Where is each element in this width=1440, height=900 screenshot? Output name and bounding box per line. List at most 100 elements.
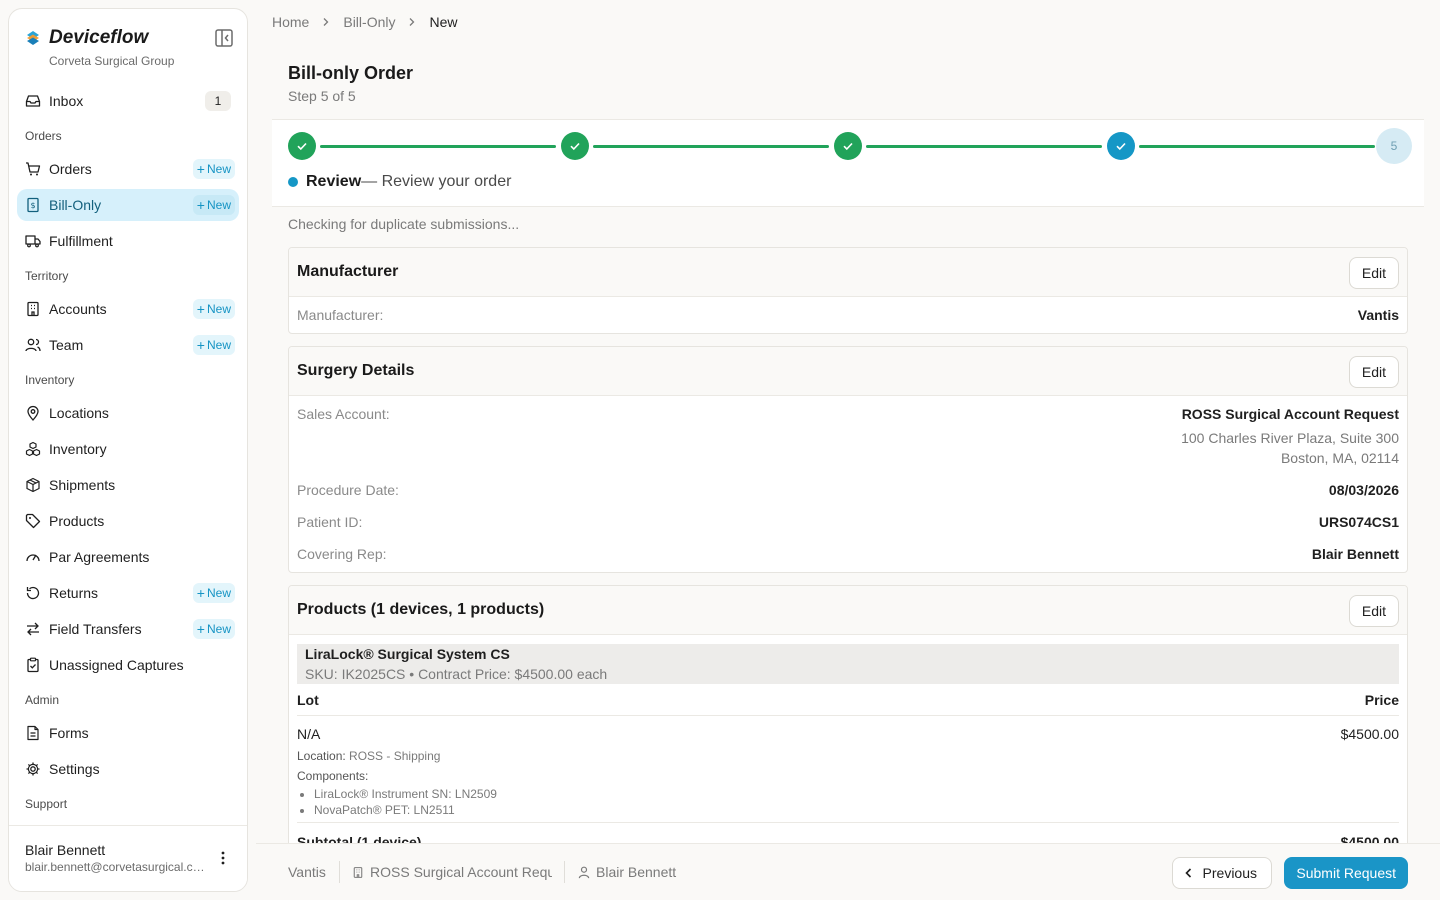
current-step-description: — Review your order <box>361 173 512 190</box>
sidebar-item-returns[interactable]: Returns + New <box>17 577 239 609</box>
footer-account: ROSS Surgical Account Request <box>352 864 552 880</box>
step-connector <box>593 145 829 148</box>
card-title: Products (1 devices, 1 products) <box>297 601 545 618</box>
sidebar-item-label: Locations <box>49 405 109 421</box>
sidebar-item-label: Accounts <box>49 301 107 317</box>
step-3-complete[interactable] <box>834 132 862 160</box>
new-account-button[interactable]: + New <box>192 299 235 319</box>
package-icon <box>25 477 41 493</box>
brand[interactable]: Deviceflow <box>25 27 148 49</box>
sidebar-item-shipments[interactable]: Shipments <box>17 469 239 501</box>
breadcrumb-home[interactable]: Home <box>272 14 309 30</box>
card-title: Surgery Details <box>297 362 415 379</box>
sidebar-collapse-icon[interactable] <box>213 27 235 49</box>
step-4-complete[interactable] <box>1107 132 1135 160</box>
step-2-complete[interactable] <box>561 132 589 160</box>
card-header: Surgery Details Edit <box>289 347 1407 396</box>
column-header-lot: Lot <box>297 692 319 708</box>
sidebar-item-label: Bill-Only <box>49 197 102 213</box>
sidebar-item-label: Orders <box>49 161 92 177</box>
inbox-icon <box>25 93 41 109</box>
brand-name: Deviceflow <box>49 27 149 48</box>
edit-manufacturer-button[interactable]: Edit <box>1348 257 1399 289</box>
step-5-current[interactable]: 5 <box>1376 128 1412 164</box>
sidebar-item-accounts[interactable]: Accounts + New <box>17 293 239 325</box>
edit-surgery-details-button[interactable]: Edit <box>1348 356 1399 388</box>
section-label-orders: Orders <box>25 129 62 143</box>
sidebar-item-orders[interactable]: Orders + New <box>17 153 239 185</box>
new-label: New <box>206 198 231 212</box>
manufacturer-card: Manufacturer Edit Manufacturer: Vantis <box>288 247 1408 334</box>
user-name: Blair Bennett <box>25 842 106 858</box>
components-list: LiraLock® Instrument SN: LN2509 NovaPatc… <box>314 787 497 819</box>
current-step-bullet <box>288 177 298 187</box>
previous-button[interactable]: Previous <box>1171 857 1272 889</box>
truck-icon <box>25 233 41 249</box>
new-order-button[interactable]: + New <box>192 159 235 179</box>
edit-products-button[interactable]: Edit <box>1348 595 1399 627</box>
breadcrumb: Home Bill-Only New <box>272 14 458 30</box>
sidebar-item-label: Returns <box>49 585 99 601</box>
previous-label: Previous <box>1202 865 1257 881</box>
product-header: LiraLock® Surgical System CS SKU: IK2025… <box>297 644 1399 684</box>
sidebar-item-settings[interactable]: Settings <box>17 753 239 785</box>
step-1-complete[interactable] <box>288 132 316 160</box>
field-label: Patient ID: <box>297 514 363 530</box>
sidebar-item-field-transfers[interactable]: Field Transfers + New <box>17 613 239 645</box>
user-profile[interactable]: Blair Bennett blair.bennett@corvetasurgi… <box>9 825 247 891</box>
gauge-icon <box>25 549 41 565</box>
sidebar-item-inbox[interactable]: Inbox 1 <box>17 85 239 117</box>
sidebar-item-locations[interactable]: Locations <box>17 397 239 429</box>
sidebar-item-label: Unassigned Captures <box>49 657 184 673</box>
chevron-right-icon <box>323 18 329 26</box>
sidebar-item-label: Par Agreements <box>49 549 150 565</box>
step-connector <box>866 145 1102 148</box>
product-name: LiraLock® Surgical System CS <box>305 646 510 662</box>
submit-request-button[interactable]: Submit Request <box>1284 857 1408 889</box>
new-team-button[interactable]: + New <box>192 335 235 355</box>
building-icon <box>353 866 363 878</box>
breadcrumb-bill-only[interactable]: Bill-Only <box>343 14 395 30</box>
section-label-inventory: Inventory <box>25 373 75 387</box>
new-return-button[interactable]: + New <box>192 583 235 603</box>
sidebar-item-label: Inbox <box>49 93 84 109</box>
sidebar-item-label: Products <box>49 513 105 529</box>
sidebar-item-unassigned-captures[interactable]: Unassigned Captures <box>17 649 239 681</box>
sidebar-item-products[interactable]: Products <box>17 505 239 537</box>
field-label: Sales Account: <box>297 406 390 422</box>
new-label: New <box>206 622 231 636</box>
section-label-support: Support <box>25 797 68 811</box>
stepper: 5 Review — Review your order <box>272 119 1424 207</box>
products-card: Products (1 devices, 1 products) Edit Li… <box>288 585 1408 885</box>
footer-divider <box>339 861 340 883</box>
sidebar-item-label: Settings <box>49 761 100 777</box>
footer-account-name: ROSS Surgical Account Request <box>370 864 552 880</box>
check-icon <box>1116 142 1126 151</box>
card-header: Manufacturer Edit <box>289 248 1407 297</box>
sidebar-item-label: Shipments <box>49 477 116 493</box>
component-item: NovaPatch® PET: LN2511 <box>314 803 497 818</box>
procedure-date-value: 08/03/2026 <box>1328 482 1399 498</box>
sidebar-item-bill-only[interactable]: $ Bill-Only + New <box>17 189 239 221</box>
user-icon <box>578 866 590 878</box>
section-label-admin: Admin <box>25 693 60 707</box>
sidebar-item-par-agreements[interactable]: Par Agreements <box>17 541 239 573</box>
component-item: LiraLock® Instrument SN: LN2509 <box>314 787 497 802</box>
field-label: Manufacturer: <box>297 307 384 323</box>
more-vertical-icon[interactable] <box>215 850 231 866</box>
sidebar-item-team[interactable]: Team + New <box>17 329 239 361</box>
components-label: Components: <box>297 769 369 783</box>
new-bill-only-button[interactable]: + New <box>192 195 235 215</box>
footer-divider <box>564 861 565 883</box>
current-step-name: Review <box>306 173 362 190</box>
clipboard-check-icon <box>25 657 41 673</box>
sidebar-item-inventory[interactable]: Inventory <box>17 433 239 465</box>
sidebar-item-forms[interactable]: Forms <box>17 717 239 749</box>
chevron-right-icon <box>410 18 415 26</box>
sidebar-item-fulfillment[interactable]: Fulfillment <box>17 225 239 257</box>
patient-id-value: URS074CS1 <box>1318 514 1399 530</box>
new-field-transfer-button[interactable]: + New <box>192 619 235 639</box>
field-label: Procedure Date: <box>297 482 399 498</box>
user-email: blair.bennett@corvetasurgical.com <box>25 860 209 874</box>
sidebar-nav: Inbox 1 Orders Orders + New $ Bill-Only +… <box>17 85 239 821</box>
